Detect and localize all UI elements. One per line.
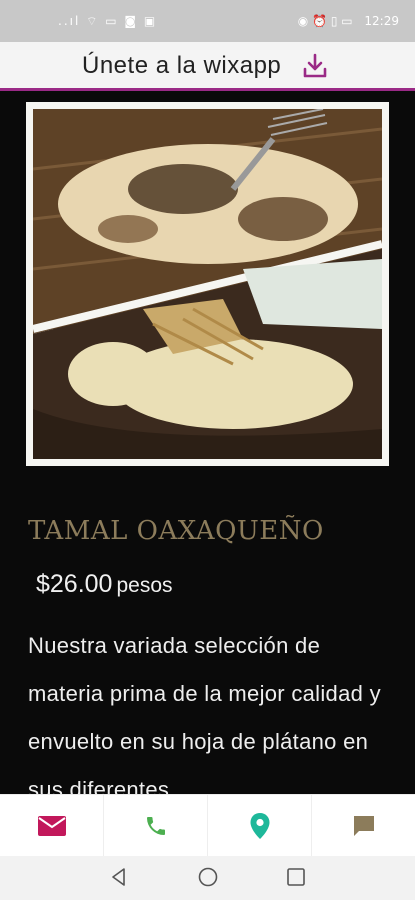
status-icons-left: ..ıl ⌔ ▭ ◙ ▣ <box>58 14 158 28</box>
banner-label: Únete a la wixapp <box>82 52 282 79</box>
chat-button[interactable] <box>312 795 415 857</box>
product-photo <box>26 102 389 466</box>
phone-icon <box>146 817 165 835</box>
status-bar: ..ıl ⌔ ▭ ◙ ▣ ◉ ⏰ ▯ ▭ 12:29 <box>0 0 415 42</box>
mail-icon <box>37 816 66 836</box>
join-wixapp-banner[interactable]: Únete a la wixapp <box>0 42 415 91</box>
location-button[interactable] <box>208 795 312 857</box>
call-button[interactable] <box>104 795 208 857</box>
status-right-icons: ◉ ⏰ ▯ ▭ <box>297 14 353 28</box>
price-unit: pesos <box>116 574 173 597</box>
recents-icon[interactable] <box>285 866 307 888</box>
product-price: $26.00 pesos <box>36 570 173 599</box>
download-icon[interactable] <box>300 51 330 81</box>
tamal-photo-collage <box>33 109 382 459</box>
email-button[interactable] <box>0 795 104 857</box>
status-time: 12:29 <box>364 14 399 28</box>
back-icon[interactable] <box>108 866 130 888</box>
home-icon[interactable] <box>197 866 219 888</box>
location-pin-icon <box>250 813 269 839</box>
product-description: Nuestra variada selección de materia pri… <box>28 633 381 802</box>
status-icons-right: ◉ ⏰ ▯ ▭ 12:29 <box>298 14 399 28</box>
product-title: TAMAL OAXAQUEÑO <box>28 516 324 546</box>
chat-icon <box>353 816 374 836</box>
price-value: $26.00 <box>36 570 113 598</box>
android-nav-bar <box>0 856 415 900</box>
contact-action-bar <box>0 794 415 857</box>
